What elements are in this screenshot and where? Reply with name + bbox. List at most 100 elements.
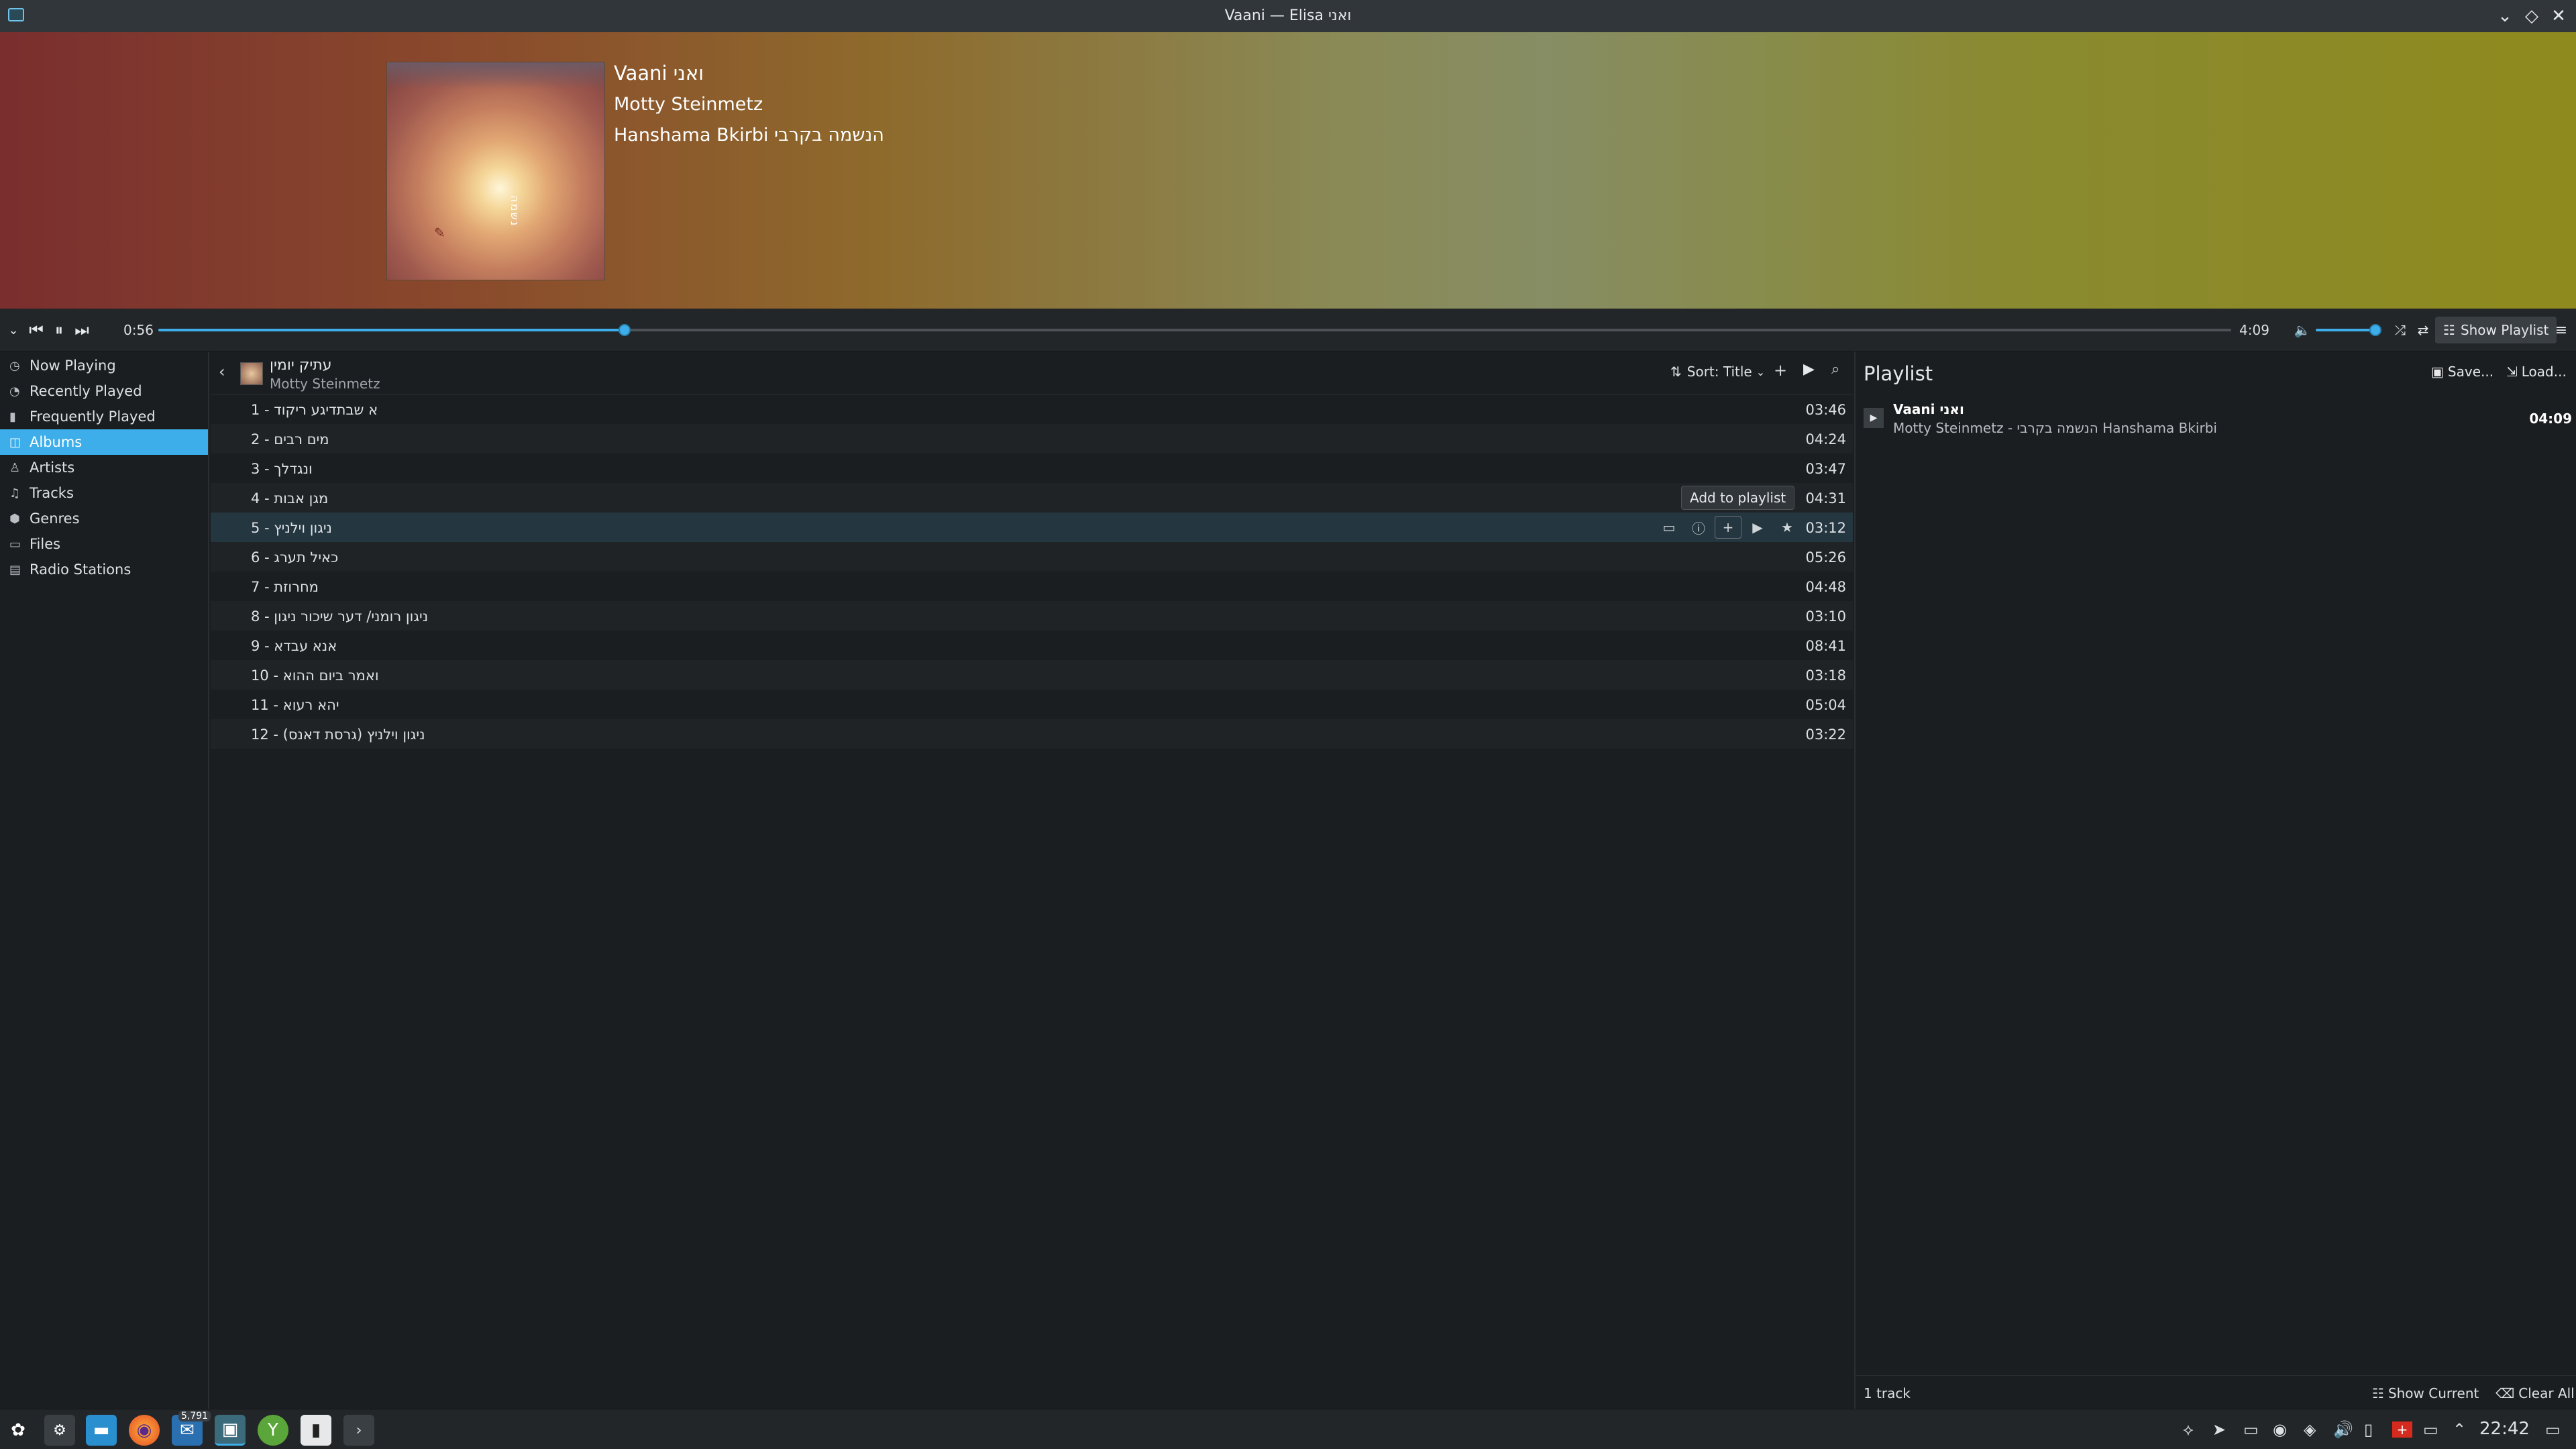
sidebar-item-recently-played[interactable]: ◔ Recently Played xyxy=(0,378,208,404)
sidebar-item-frequently-played[interactable]: ▮ Frequently Played xyxy=(0,404,208,429)
track-row[interactable]: 2 - מים רבים 04:24 xyxy=(211,424,1853,453)
add-to-playlist-icon[interactable]: + xyxy=(1715,516,1741,539)
clipboard-icon[interactable]: ▭ xyxy=(2243,1420,2259,1439)
app-launcher-icon[interactable]: ✿ xyxy=(3,1415,34,1446)
track-album[interactable]: Hanshama Bkirbi הנשמה בקרבי xyxy=(614,125,884,146)
sidebar-item-genres[interactable]: ⬢ Genres xyxy=(0,506,208,531)
save-playlist-button[interactable]: ▣ Save... xyxy=(2431,364,2493,380)
maximize-icon[interactable]: ◇ xyxy=(2521,5,2542,27)
track-name: 8 - ניגון רומני/ דער שיכור ניגון xyxy=(251,608,429,625)
close-icon[interactable]: ✕ xyxy=(2548,5,2569,27)
info-icon[interactable]: ⓘ xyxy=(1685,516,1712,539)
show-more-icon[interactable]: › xyxy=(343,1415,374,1446)
expand-tray-icon[interactable]: ⌃ xyxy=(2453,1420,2466,1439)
window-titlebar[interactable]: Vaani — Elisa ואני ⌄ ◇ ✕ xyxy=(0,0,2576,32)
sidebar-item-label: Albums xyxy=(30,434,83,450)
now-playing-icon: ◷ xyxy=(9,358,20,373)
show-playlist-button[interactable]: ☷ Show Playlist xyxy=(2435,317,2557,343)
settings-app-icon[interactable]: ⚙ xyxy=(44,1415,75,1446)
show-current-button[interactable]: ☷ Show Current xyxy=(2372,1385,2479,1401)
display-icon[interactable]: ▭ xyxy=(2423,1420,2438,1439)
track-row[interactable]: 8 - ניגון רומני/ דער שיכור ניגון 03:10 xyxy=(211,601,1853,631)
minimize-icon[interactable]: ⌄ xyxy=(2494,5,2516,27)
previous-track-button[interactable]: ⏮ xyxy=(24,318,48,342)
load-playlist-button[interactable]: ⇲ Load... xyxy=(2506,364,2567,380)
playlist-entry-duration: 04:09 xyxy=(2529,411,2572,427)
add-to-playlist-tooltip: Add to playlist xyxy=(1681,486,1795,510)
track-row[interactable]: 12 - ניגון וילניץ (גרסת דאנס) 03:22 xyxy=(211,719,1853,749)
pause-button[interactable]: ⏸ xyxy=(47,318,71,342)
volume-icon[interactable]: 🔈 xyxy=(2290,318,2314,342)
track-row[interactable]: 5 - ניגון וילניץ 03:12 ▭ ⓘ + ▶ ★ xyxy=(211,513,1853,542)
track-row[interactable]: 1 - א שבתדיגע ריקוד 03:46 xyxy=(211,394,1853,424)
app-icon-green[interactable]: Y xyxy=(258,1415,288,1446)
sidebar-item-label: Artists xyxy=(30,460,75,476)
album-artist[interactable]: Motty Steinmetz xyxy=(270,376,380,392)
clear-all-button[interactable]: ⌫ Clear All xyxy=(2496,1385,2575,1401)
clear-icon: ⌫ xyxy=(2496,1385,2515,1401)
sort-button[interactable]: ⇅ Sort: Title ⌄ xyxy=(1670,364,1765,380)
shuffle-icon[interactable]: ⤮ xyxy=(2388,318,2412,342)
sidebar-item-radio-stations[interactable]: ▤ Radio Stations xyxy=(0,557,208,582)
sidebar: ◷ Now Playing ◔ Recently Played ▮ Frequently … xyxy=(0,352,209,1409)
track-row[interactable]: 7 - מחרוזת 04:48 xyxy=(211,572,1853,601)
save-icon: ▣ xyxy=(2431,364,2444,380)
track-name: 6 - כאיל תערג xyxy=(251,549,339,566)
track-row[interactable]: 4 - מגן אבות 04:31 xyxy=(211,483,1853,513)
track-row[interactable]: 6 - כאיל תערג 05:26 xyxy=(211,542,1853,572)
firefox-icon[interactable]: ◉ xyxy=(129,1415,160,1446)
seek-slider[interactable] xyxy=(158,324,2231,336)
playlist-panel: Playlist ▣ Save... ⇲ Load... ▶ Vaani ואנ… xyxy=(1854,352,2576,1409)
track-row[interactable]: 10 - ואמר ביום ההוא 03:18 xyxy=(211,660,1853,690)
volume-tray-icon[interactable]: 🔊 xyxy=(2333,1420,2353,1439)
track-duration: 04:48 xyxy=(1805,579,1846,595)
back-icon[interactable]: ‹ xyxy=(219,362,225,381)
sidebar-item-files[interactable]: ▭ Files xyxy=(0,531,208,557)
sidebar-item-label: Files xyxy=(30,536,61,552)
volume-slider[interactable] xyxy=(2316,324,2381,336)
person-icon: ♙ xyxy=(9,460,21,475)
album-thumbnail xyxy=(240,362,263,385)
track-actions: ▭ ⓘ + ▶ ★ xyxy=(1653,516,1801,539)
shield-icon[interactable]: ◈ xyxy=(2304,1420,2316,1439)
media-player-icon[interactable]: ◉ xyxy=(2273,1420,2287,1439)
search-icon[interactable]: ⌕ xyxy=(1831,361,1839,378)
sidebar-item-artists[interactable]: ♙ Artists xyxy=(0,455,208,480)
track-duration: 03:10 xyxy=(1805,608,1846,625)
seek-handle[interactable] xyxy=(618,324,631,336)
track-row[interactable]: 3 - ונגדלך 03:47 xyxy=(211,453,1853,483)
sidebar-item-now-playing[interactable]: ◷ Now Playing xyxy=(0,353,208,378)
network-activity-icon[interactable]: ⟡ xyxy=(2183,1420,2194,1439)
show-desktop-icon[interactable]: ▭ xyxy=(2545,1420,2561,1439)
playlist-entry[interactable]: ▶ Vaani ואני Motty Steinmetz - הנשמה בקר… xyxy=(1856,394,2576,441)
clock[interactable]: 22:42 xyxy=(2479,1419,2530,1439)
track-artist[interactable]: Motty Steinmetz xyxy=(614,94,763,115)
battery-icon[interactable]: ▯ xyxy=(2364,1420,2373,1439)
rating-star-icon[interactable]: ★ xyxy=(1774,516,1801,539)
next-track-button[interactable]: ⏭ xyxy=(70,318,94,342)
open-folder-icon[interactable]: ▭ xyxy=(1656,516,1682,539)
sidebar-item-tracks[interactable]: ♫ Tracks xyxy=(0,480,208,506)
track-row[interactable]: 11 - יהא רעוא 05:04 xyxy=(211,690,1853,719)
add-album-icon[interactable]: + xyxy=(1774,361,1787,380)
window-title: Vaani — Elisa ואני xyxy=(1224,7,1352,24)
app-icon-terminal[interactable]: ▮ xyxy=(301,1415,331,1446)
album-title: עתיק יומין xyxy=(270,357,332,374)
sidebar-item-label: Now Playing xyxy=(30,358,116,374)
telegram-icon[interactable]: ➤ xyxy=(2212,1420,2226,1439)
volume-handle[interactable] xyxy=(2369,324,2381,336)
list-icon: ☷ xyxy=(2372,1385,2384,1401)
keyboard-layout-icon[interactable]: + xyxy=(2392,1421,2412,1438)
collapse-header-icon[interactable]: ⌄ xyxy=(1,318,25,342)
radio-icon: ▤ xyxy=(9,562,21,577)
track-name: 5 - ניגון וילניץ xyxy=(251,520,332,536)
sidebar-item-albums[interactable]: ◫ Albums xyxy=(0,429,208,455)
track-row[interactable]: 9 - אנא עבדא 08:41 xyxy=(211,631,1853,660)
elisa-app-icon[interactable]: ▣ xyxy=(215,1415,246,1446)
play-now-icon[interactable]: ▶ xyxy=(1744,516,1771,539)
play-album-icon[interactable]: ▶ xyxy=(1803,361,1815,378)
track-name: 2 - מים רבים xyxy=(251,431,329,447)
repeat-icon[interactable]: ⇄ xyxy=(2411,318,2435,342)
file-manager-icon[interactable]: ▬ xyxy=(86,1415,117,1446)
menu-icon[interactable]: ≡ xyxy=(2549,318,2573,342)
